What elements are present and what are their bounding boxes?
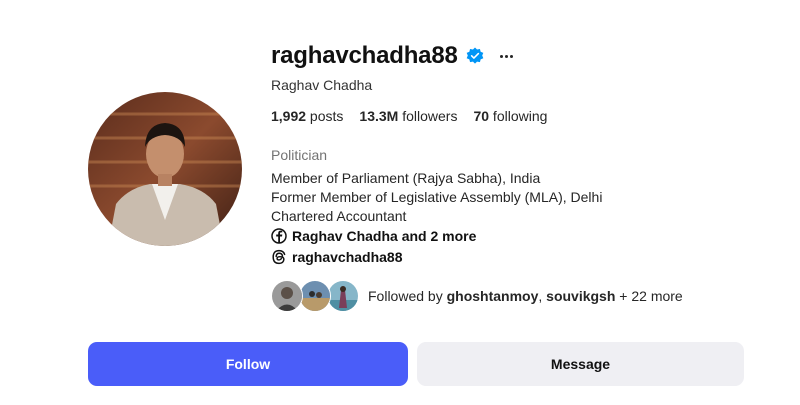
profile-bio: Member of Parliament (Rajya Sabha), Indi…	[271, 169, 602, 226]
mutual-follower-name[interactable]: souvikgsh	[546, 288, 615, 304]
facebook-link-label: Raghav Chadha and 2 more	[292, 228, 477, 244]
followed-by-suffix: + 22 more	[615, 288, 683, 304]
bio-line: Member of Parliament (Rajya Sabha), Indi…	[271, 170, 541, 186]
threads-link-label: raghavchadha88	[292, 249, 403, 265]
profile-avatar[interactable]	[88, 92, 242, 246]
profile-category: Politician	[271, 147, 328, 163]
following-stat[interactable]: 70 following	[473, 108, 547, 124]
posts-label: posts	[306, 108, 344, 124]
facebook-link[interactable]: Raghav Chadha and 2 more	[271, 228, 476, 244]
bio-line: Chartered Accountant	[271, 208, 407, 224]
mutual-follower-name[interactable]: ghoshtanmoy	[447, 288, 539, 304]
followers-label: followers	[398, 108, 458, 124]
posts-count: 1,992	[271, 108, 307, 124]
mutual-avatar	[299, 280, 331, 312]
posts-stat[interactable]: 1,992 posts	[271, 108, 343, 124]
followed-by[interactable]: Followed by ghoshtanmoy, souvikgsh + 22 …	[271, 280, 683, 312]
profile-photo	[88, 92, 242, 246]
threads-icon	[272, 249, 286, 265]
following-count: 70	[473, 108, 490, 124]
followers-stat[interactable]: 13.3M followers	[359, 108, 457, 124]
mutual-avatar	[271, 280, 303, 312]
mutual-avatar	[327, 280, 359, 312]
message-button[interactable]: Message	[417, 342, 744, 386]
followers-count: 13.3M	[359, 108, 399, 124]
bio-line: Former Member of Legislative Assembly (M…	[271, 189, 603, 205]
more-options-icon[interactable]	[499, 54, 514, 58]
threads-link[interactable]: raghavchadha88	[271, 249, 403, 265]
profile-header-row: raghavchadha88	[271, 40, 514, 72]
profile-info: raghavchadha88 Raghav Chadha 1,992 posts…	[271, 40, 683, 312]
profile-stats: 1,992 posts 13.3M followers 70 following	[271, 108, 547, 124]
full-name: Raghav Chadha	[271, 77, 373, 93]
followed-by-prefix: Followed by	[368, 288, 447, 304]
followed-by-separator: ,	[538, 288, 547, 304]
facebook-icon	[271, 228, 287, 244]
following-label: following	[489, 108, 548, 124]
mutual-followers-avatars	[271, 280, 361, 312]
username: raghavchadha88	[271, 42, 458, 69]
follow-button[interactable]: Follow	[88, 342, 408, 386]
verified-badge-icon	[466, 47, 483, 64]
followed-by-text: Followed by ghoshtanmoy, souvikgsh + 22 …	[368, 288, 683, 304]
